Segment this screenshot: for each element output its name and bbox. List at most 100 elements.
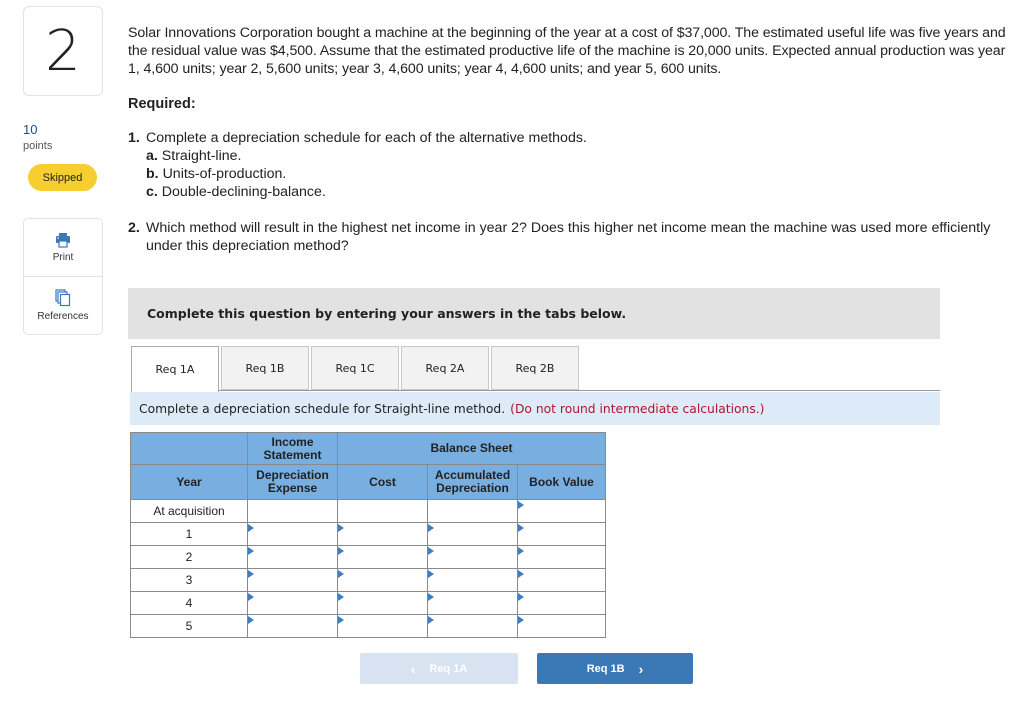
prev-req-button[interactable]: ‹ Req 1A (360, 653, 518, 684)
cell-accum-dep-input[interactable] (427, 614, 518, 638)
cell-year: 4 (130, 591, 248, 615)
input-marker-icon (338, 547, 344, 555)
cell-accum-dep-input[interactable] (427, 591, 518, 615)
requirement-2: 2. Which method will result in the highe… (128, 220, 991, 254)
instruction-text: Complete a depreciation schedule for Str… (139, 401, 506, 416)
tab-req-1b[interactable]: Req 1B (221, 346, 309, 390)
requirement-1c: c. Double-declining-balance. (146, 184, 326, 200)
cell-dep-expense-input[interactable] (247, 522, 338, 546)
points-label: points (23, 140, 53, 152)
cell-accum-dep-input[interactable] (427, 568, 518, 592)
cell-value (428, 569, 517, 591)
documents-icon (55, 289, 71, 307)
table-row: 5 (130, 614, 606, 638)
input-marker-icon (248, 593, 254, 601)
table-row: 2 (130, 545, 606, 569)
input-marker-icon (428, 616, 434, 624)
tab-req-2b[interactable]: Req 2B (491, 346, 579, 390)
input-marker-icon (518, 570, 524, 578)
cell-value (248, 615, 337, 637)
status-badge: Skipped (28, 164, 97, 191)
cell-value (338, 500, 427, 522)
cell-dep-expense-input[interactable] (247, 499, 338, 523)
cell-accum-dep-input[interactable] (427, 545, 518, 569)
table-row: 3 (130, 568, 606, 592)
cell-dep-expense-input[interactable] (247, 614, 338, 638)
input-marker-icon (428, 547, 434, 555)
cell-value (248, 500, 337, 522)
cell-value (518, 615, 605, 637)
header-income-statement: Income Statement (247, 432, 338, 465)
cell-accum-dep-input[interactable] (427, 522, 518, 546)
chevron-right-icon: › (638, 660, 644, 677)
input-marker-icon (428, 593, 434, 601)
cell-value (248, 523, 337, 545)
input-marker-icon (338, 524, 344, 532)
cell-year: At acquisition (130, 499, 248, 523)
cell-value (518, 500, 605, 522)
question-number: 2 (23, 6, 103, 96)
requirement-tabs: Req 1A Req 1B Req 1C Req 2A Req 2B (131, 346, 581, 392)
cell-year: 1 (130, 522, 248, 546)
print-label: Print (52, 252, 74, 263)
input-marker-icon (518, 501, 524, 509)
cell-value (428, 546, 517, 568)
prev-req-label: Req 1A (429, 662, 468, 675)
header-blank (130, 432, 248, 465)
table-row: 1 (130, 522, 606, 546)
cell-value (428, 615, 517, 637)
cell-cost-input[interactable] (337, 545, 428, 569)
header-accumulated-depreciation: Accumulated Depreciation (427, 464, 518, 500)
points-value: 10 (23, 122, 38, 137)
header-balance-sheet: Balance Sheet (337, 432, 606, 465)
cell-cost-input[interactable] (337, 614, 428, 638)
cell-cost-input[interactable] (337, 499, 428, 523)
cell-book-value-input[interactable] (517, 614, 606, 638)
cell-value (428, 523, 517, 545)
cell-value (248, 546, 337, 568)
header-depreciation-expense: Depreciation Expense (247, 464, 338, 500)
cell-value (338, 569, 427, 591)
cell-value (518, 523, 605, 545)
input-marker-icon (248, 524, 254, 532)
cell-value (338, 592, 427, 614)
cell-value (338, 546, 427, 568)
cell-book-value-input[interactable] (517, 522, 606, 546)
cell-book-value-input[interactable] (517, 545, 606, 569)
cell-book-value-input[interactable] (517, 568, 606, 592)
cell-dep-expense-input[interactable] (247, 545, 338, 569)
cell-cost-input[interactable] (337, 591, 428, 615)
tab-req-1a[interactable]: Req 1A (131, 346, 219, 392)
print-button[interactable]: Print (24, 219, 102, 276)
input-marker-icon (428, 570, 434, 578)
cell-cost-input[interactable] (337, 522, 428, 546)
cell-dep-expense-input[interactable] (247, 568, 338, 592)
input-marker-icon (518, 524, 524, 532)
next-req-button[interactable]: Req 1B › (537, 653, 693, 684)
instruction-banner: Complete this question by entering your … (128, 288, 940, 339)
table-row: At acquisition (130, 499, 606, 523)
cell-value (518, 546, 605, 568)
cell-year: 2 (130, 545, 248, 569)
requirement-1: 1. Complete a depreciation schedule for … (128, 130, 587, 146)
header-year: Year (130, 464, 248, 500)
cell-value (518, 569, 605, 591)
requirement-1a: a. Straight-line. (146, 148, 242, 164)
input-marker-icon (248, 547, 254, 555)
cell-value (338, 523, 427, 545)
cell-cost-input[interactable] (337, 568, 428, 592)
chevron-left-icon: ‹ (410, 660, 416, 677)
table-row: 4 (130, 591, 606, 615)
question-text: Solar Innovations Corporation bought a m… (128, 25, 1006, 77)
tools-panel: Print References (23, 218, 103, 335)
input-marker-icon (248, 616, 254, 624)
cell-accum-dep-input[interactable] (427, 499, 518, 523)
tab-req-1c[interactable]: Req 1C (311, 346, 399, 390)
required-heading: Required: (128, 96, 196, 112)
references-button[interactable]: References (24, 276, 102, 334)
requirement-1b: b. Units-of-production. (146, 166, 287, 182)
cell-dep-expense-input[interactable] (247, 591, 338, 615)
tab-req-2a[interactable]: Req 2A (401, 346, 489, 390)
cell-book-value-input[interactable] (517, 499, 606, 523)
cell-book-value-input[interactable] (517, 591, 606, 615)
